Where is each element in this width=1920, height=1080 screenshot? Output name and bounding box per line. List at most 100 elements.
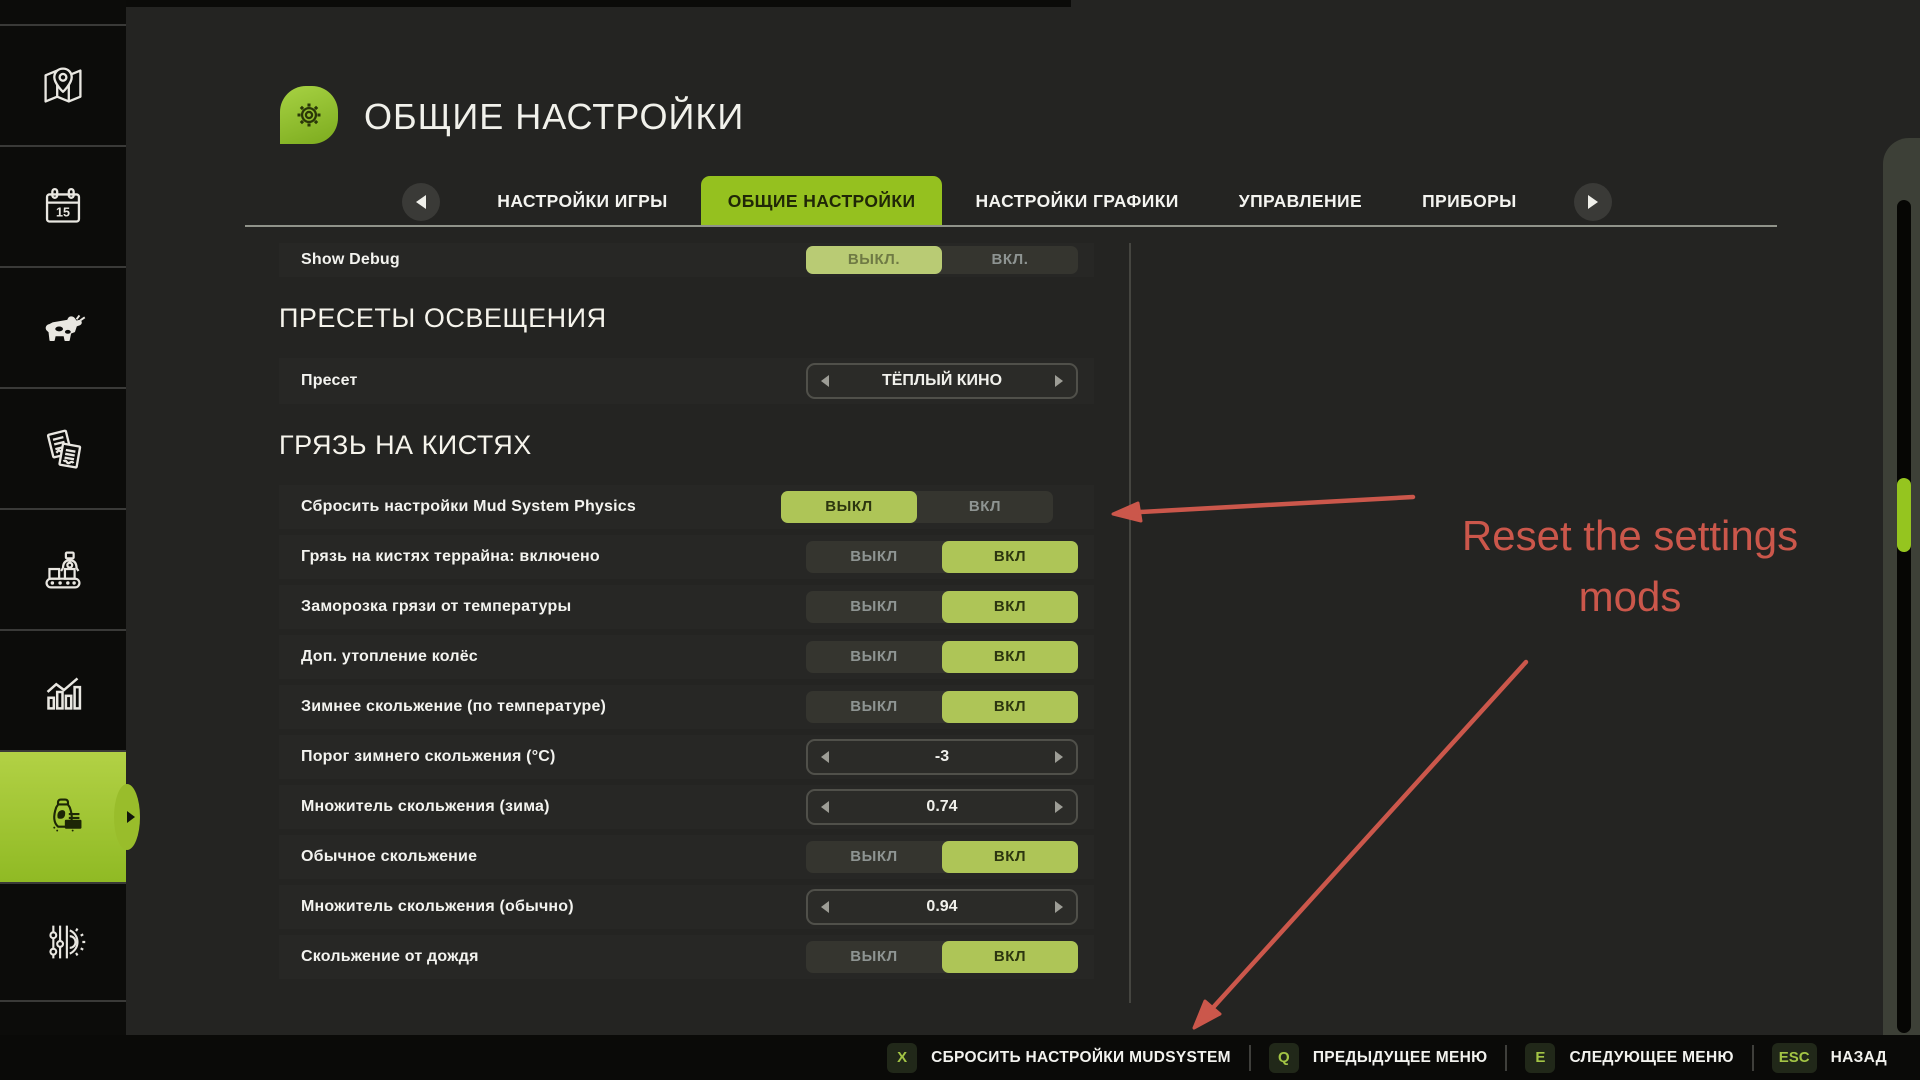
tabs-prev-button[interactable] [402,183,440,221]
sidebar-item-map[interactable] [0,24,126,145]
setting-row: Пресет ТЁПЛЫЙ КИНО [279,358,1094,404]
toggle-off-button[interactable]: ВЫКЛ [806,541,942,573]
setting-control: ВЫКЛВКЛ [806,841,1078,873]
annotation-arrow-2 [1209,662,1526,1012]
setting-control: ВЫКЛВКЛ [806,591,1078,623]
toggle-switch: ВЫКЛВКЛ [781,491,1053,523]
sidebar-item-production[interactable] [0,508,126,629]
tab-2[interactable]: ОБЩИЕ НАСТРОЙКИ [701,176,943,227]
hotkey-action-q[interactable]: QПРЕДЫДУЩЕЕ МЕНЮ [1251,1043,1506,1073]
toggle-off-button[interactable]: ВЫКЛ. [806,246,942,274]
scrollbar-track[interactable] [1897,200,1911,1033]
setting-row: Обычное скольжение ВЫКЛВКЛ [279,835,1094,879]
annotation-arrowhead-2 [1194,1001,1220,1028]
setting-label: Show Debug [279,251,400,269]
value-stepper: ТЁПЛЫЙ КИНО [806,363,1078,399]
setting-label: Сбросить настройки Mud System Physics [279,498,636,516]
tab-5[interactable]: ПРИБОРЫ [1395,176,1544,227]
setting-label: Пресет [279,372,358,390]
right-arrow-icon [1588,195,1598,209]
tab-3[interactable]: НАСТРОЙКИ ГРАФИКИ [948,176,1205,227]
hotkey-label: ПРЕДЫДУЩЕЕ МЕНЮ [1313,1049,1488,1067]
tab-list: НАСТРОЙКИ ИГРЫОБЩИЕ НАСТРОЙКИНАСТРОЙКИ Г… [470,176,1543,227]
stepper-decrease-arrow[interactable] [821,375,829,387]
stepper-value: ТЁПЛЫЙ КИНО [829,372,1055,390]
hotkey-action-e[interactable]: E СЛЕДУЮЩЕЕ МЕНЮ [1507,1043,1751,1073]
hotkey-action-esc[interactable]: ESCНАЗАД [1754,1043,1905,1073]
bar-chart-icon [34,662,92,720]
active-item-pointer [114,784,140,850]
toggle-off-button[interactable]: ВЫКЛ [806,641,942,673]
gear-icon [286,92,332,138]
setting-row: Show Debug ВЫКЛ.ВКЛ. [279,243,1094,277]
toggle-on-button[interactable]: ВКЛ [942,541,1078,573]
section-heading: ГРЯЗЬ НА КИСТЯХ [279,430,1094,461]
toggle-off-button[interactable]: ВЫКЛ [806,941,942,973]
keycap-x: X [887,1043,917,1073]
sidebar-item-contracts[interactable] [0,387,126,508]
toggle-on-button[interactable]: ВКЛ [942,841,1078,873]
stepper-decrease-arrow[interactable] [821,901,829,913]
sidebar-item-statistics[interactable] [0,629,126,750]
toggle-off-button[interactable]: ВЫКЛ [781,491,917,523]
stepper-decrease-arrow[interactable] [821,801,829,813]
keycap-e: E [1525,1043,1555,1073]
toggle-on-button[interactable]: ВКЛ [942,691,1078,723]
stepper-increase-arrow[interactable] [1055,751,1063,763]
toggle-on-button[interactable]: ВКЛ [942,591,1078,623]
tab-4[interactable]: УПРАВЛЕНИЕ [1212,176,1389,227]
toggle-switch: ВЫКЛВКЛ [806,641,1078,673]
tab-underline [245,225,1777,227]
page-title: ОБЩИЕ НАСТРОЙКИ [364,96,744,138]
hotkey-label: СБРОСИТЬ НАСТРОЙКИ MUDSYSTEM [931,1049,1231,1067]
toggle-on-button[interactable]: ВКЛ [942,941,1078,973]
toggle-off-button[interactable]: ВЫКЛ [806,691,942,723]
setting-control: ТЁПЛЫЙ КИНО [806,363,1078,399]
setting-row: Грязь на кистях террайна: включеноВЫКЛВК… [279,535,1094,579]
sidebar-item-calendar[interactable]: 15 [0,145,126,266]
stepper-increase-arrow[interactable] [1055,801,1063,813]
sidebar-item-prices[interactable] [0,750,126,882]
hotkey-bar: X СБРОСИТЬ НАСТРОЙКИ MUDSYSTEM QПРЕДЫДУЩЕЕ… [0,1035,1920,1080]
setting-control: ВЫКЛВКЛ [781,491,1053,523]
stepper-decrease-arrow[interactable] [821,751,829,763]
toggle-switch: ВЫКЛВКЛ [806,941,1078,973]
stepper-increase-arrow[interactable] [1055,901,1063,913]
setting-label: Заморозка грязи от температуры [279,598,571,616]
tabs-next-button[interactable] [1574,183,1612,221]
toggle-on-button[interactable]: ВКЛ [917,491,1053,523]
toggle-off-button[interactable]: ВЫКЛ [806,841,942,873]
annotation-line-1: Reset the settings [1360,506,1900,567]
setting-row: Множитель скольжения (обычно)0.94 [279,885,1094,929]
hotkey-label: СЛЕДУЮЩЕЕ МЕНЮ [1569,1049,1733,1067]
hotkey-label: НАЗАД [1831,1049,1887,1067]
setting-row: Заморозка грязи от температуры ВЫКЛВКЛ [279,585,1094,629]
right-pointer-icon [127,811,135,823]
tab-1[interactable]: НАСТРОЙКИ ИГРЫ [470,176,694,227]
value-stepper: -3 [806,739,1078,775]
stepper-value: 0.94 [829,898,1055,916]
setting-label: Обычное скольжение [279,848,477,866]
setting-row: Скольжение от дождя ВЫКЛВКЛ [279,935,1094,979]
calendar-icon: 15 [34,178,92,236]
setting-control: ВЫКЛВКЛ [806,941,1078,973]
general-settings-screen: 15 ОБЩИЕ НАСТРОЙКИ НАСТРОЙКИ ИГРЫОБЩИЕ Н… [0,0,1920,1080]
annotation-arrowhead-1 [1113,503,1141,521]
documents-icon [34,420,92,478]
setting-label: Скольжение от дождя [279,948,479,966]
toggle-off-button[interactable]: ВЫКЛ [806,591,942,623]
toggle-on-button[interactable]: ВКЛ. [942,246,1078,274]
scrollbar-thumb[interactable] [1897,478,1911,552]
setting-row: Сбросить настройки Mud System Physics ВЫК… [279,485,1094,529]
toggle-switch: ВЫКЛВКЛ [806,841,1078,873]
setting-control: ВЫКЛ.ВКЛ. [806,246,1078,274]
stepper-increase-arrow[interactable] [1055,375,1063,387]
hotkey-action-x[interactable]: X СБРОСИТЬ НАСТРОЙКИ MUDSYSTEM [869,1043,1249,1073]
top-edge-strip [126,0,1071,7]
sidebar-item-game-settings[interactable] [0,882,126,1002]
toggle-on-button[interactable]: ВКЛ [942,641,1078,673]
sidebar-item-animals[interactable] [0,266,126,387]
value-stepper: 0.74 [806,789,1078,825]
tab-bar: НАСТРОЙКИ ИГРЫОБЩИЕ НАСТРОЙКИНАСТРОЙКИ Г… [126,176,1920,227]
setting-label: Порог зимнего скольжения (°C) [279,748,556,766]
